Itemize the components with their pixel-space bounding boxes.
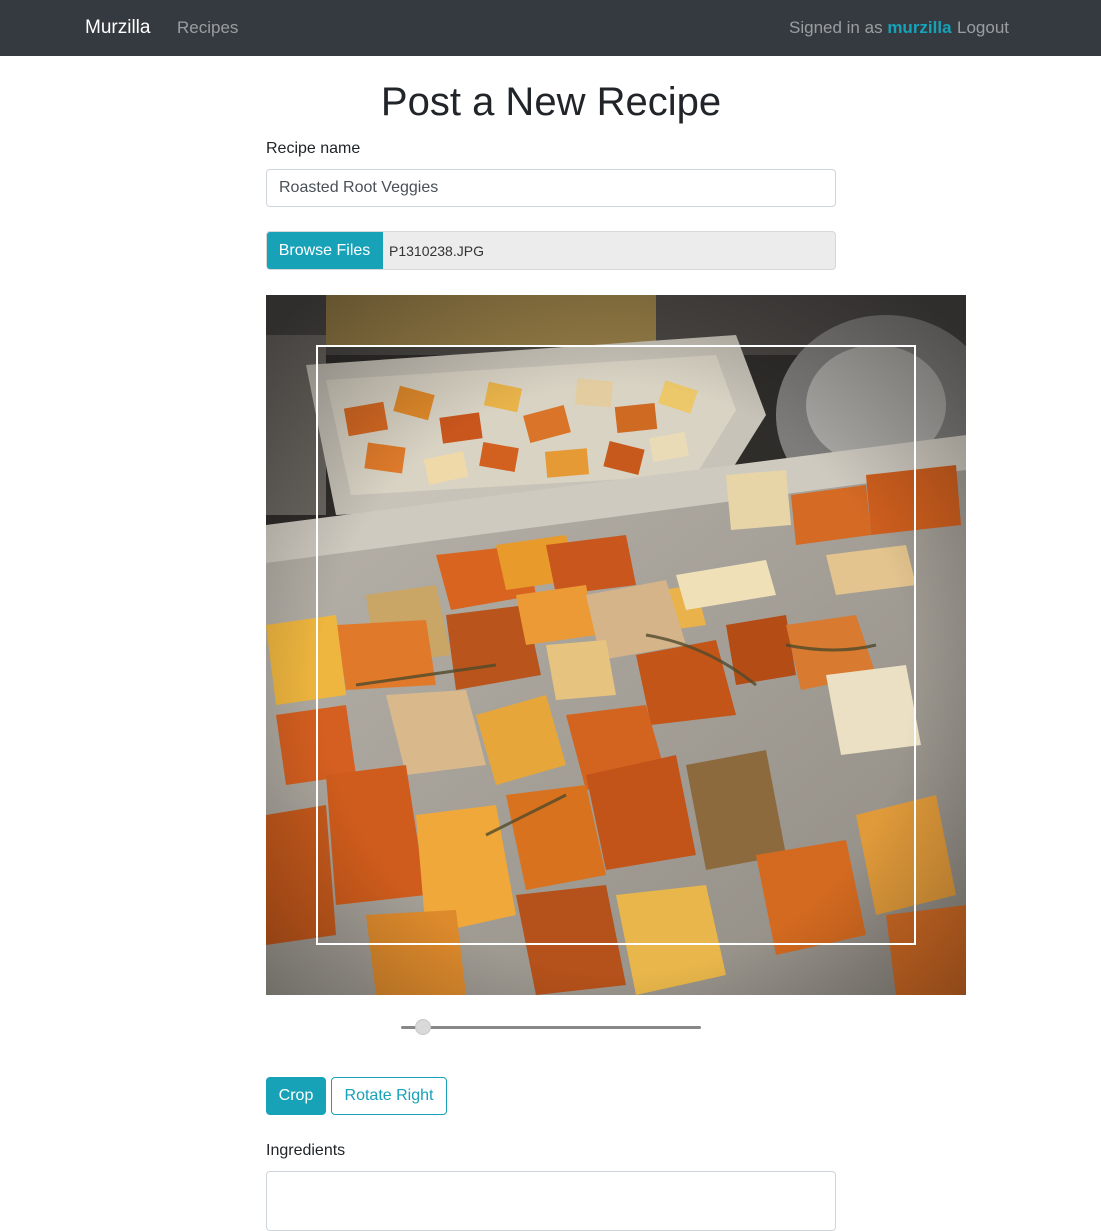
recipe-name-label: Recipe name — [266, 140, 361, 157]
top-navbar: Murzilla Recipes Signed in as murzilla L… — [0, 0, 1101, 56]
selected-file-name: P1310238.JPG — [389, 243, 484, 259]
signed-in-prefix: Signed in as — [789, 18, 883, 37]
brand-logo[interactable]: Murzilla — [85, 17, 150, 39]
username-link[interactable]: murzilla — [887, 18, 951, 37]
nav-link-recipes[interactable]: Recipes — [177, 18, 238, 38]
recipe-name-input[interactable] — [266, 169, 836, 207]
zoom-slider-track[interactable] — [401, 1026, 701, 1029]
page-title: Post a New Recipe — [380, 80, 722, 124]
ingredients-label: Ingredients — [266, 1142, 346, 1159]
ingredients-textarea[interactable] — [266, 1171, 836, 1231]
signed-in-status: Signed in as murzilla — [789, 18, 952, 38]
crop-selection-box[interactable] — [316, 345, 916, 945]
logout-link[interactable]: Logout — [957, 18, 1009, 38]
file-upload-field[interactable]: Browse Files P1310238.JPG — [266, 231, 836, 270]
browse-files-button[interactable]: Browse Files — [267, 232, 383, 269]
zoom-slider-thumb[interactable] — [415, 1019, 432, 1035]
image-cropper[interactable] — [266, 295, 966, 995]
crop-button[interactable]: Crop — [266, 1077, 326, 1115]
rotate-right-button[interactable]: Rotate Right — [331, 1077, 447, 1115]
